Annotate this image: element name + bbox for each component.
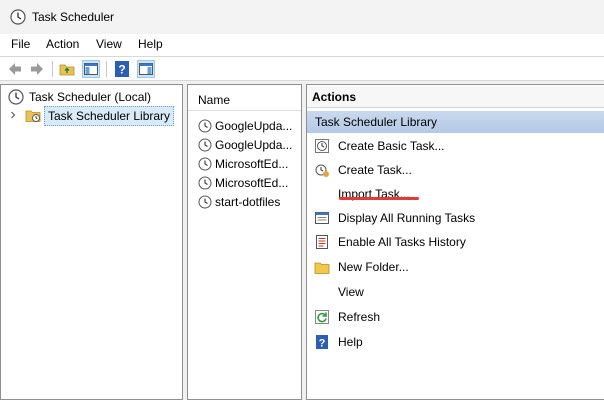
task-scheduler-icon [10, 9, 26, 25]
task-clock-icon [198, 119, 214, 135]
toolbar-separator [52, 61, 53, 77]
title-bar: Task Scheduler [0, 0, 604, 34]
menu-file[interactable]: File [11, 37, 30, 51]
show-hide-tree-icon[interactable] [82, 60, 100, 78]
task-name: start-dotfiles [215, 195, 281, 209]
actions-section-header[interactable]: Task Scheduler Library [307, 111, 604, 133]
tasks-history-icon [314, 234, 330, 250]
action-create-basic-task[interactable]: Create Basic Task... [307, 135, 604, 157]
back-arrow-icon[interactable] [6, 60, 24, 78]
running-tasks-icon [314, 210, 330, 226]
action-label: Import Task... [338, 187, 410, 201]
folder-icon [314, 259, 330, 275]
action-label: Enable All Tasks History [338, 235, 466, 249]
menu-view[interactable]: View [96, 37, 122, 51]
action-label: Create Basic Task... [338, 139, 445, 153]
help-icon[interactable]: ? [113, 60, 131, 78]
show-hide-action-pane-icon[interactable] [137, 60, 155, 78]
task-clock-icon [198, 138, 214, 154]
window-title: Task Scheduler [32, 10, 115, 24]
action-label: Display All Running Tasks [338, 211, 476, 225]
action-label: Refresh [338, 310, 381, 324]
task-name: MicrosoftEd... [215, 176, 289, 190]
column-header-name[interactable]: Name [188, 89, 301, 111]
tree-library-label: Task Scheduler Library [44, 106, 175, 126]
chevron-right-icon[interactable] [9, 111, 17, 119]
action-label: View [338, 285, 364, 299]
action-help[interactable]: ? Help [307, 331, 604, 353]
actions-pane: Actions Task Scheduler Library Create Ba… [306, 84, 604, 400]
toolbar: ? [0, 56, 604, 81]
refresh-icon [314, 309, 330, 325]
task-list-pane: Name GoogleUpda... GoogleUpda... Microso… [187, 84, 302, 400]
svg-text:?: ? [319, 338, 326, 350]
actions-pane-title: Actions [307, 86, 604, 108]
task-name: MicrosoftEd... [215, 157, 289, 171]
svg-text:?: ? [118, 63, 125, 77]
action-create-task[interactable]: Create Task... [307, 159, 604, 181]
action-new-folder[interactable]: New Folder... [307, 256, 604, 278]
folder-clock-icon [25, 107, 41, 123]
action-label: Create Task... [338, 163, 412, 177]
action-label: Help [338, 335, 363, 349]
navigation-tree-pane: Task Scheduler (Local) Task Scheduler Li… [0, 84, 183, 400]
annotation-underline [339, 197, 419, 200]
task-clock-icon [198, 195, 214, 211]
task-clock-icon [198, 157, 214, 173]
action-view[interactable]: View [307, 281, 604, 303]
task-name: GoogleUpda... [215, 119, 293, 133]
create-basic-task-icon [314, 138, 330, 154]
task-name: GoogleUpda... [215, 138, 293, 152]
action-label: New Folder... [338, 260, 409, 274]
clock-icon [8, 89, 24, 105]
action-display-running-tasks[interactable]: Display All Running Tasks [307, 207, 604, 229]
forward-arrow-icon[interactable] [28, 60, 46, 78]
folder-up-icon[interactable] [58, 60, 76, 78]
tree-root-label: Task Scheduler (Local) [29, 90, 152, 104]
menu-action[interactable]: Action [46, 37, 79, 51]
toolbar-separator [106, 61, 107, 77]
action-enable-tasks-history[interactable]: Enable All Tasks History [307, 231, 604, 253]
help-icon: ? [314, 334, 330, 350]
create-task-icon [314, 162, 330, 178]
action-import-task[interactable]: Import Task... [307, 183, 604, 205]
menu-help[interactable]: Help [138, 37, 163, 51]
task-clock-icon [198, 176, 214, 192]
action-refresh[interactable]: Refresh [307, 306, 604, 328]
menu-bar: File Action View Help [0, 34, 604, 56]
